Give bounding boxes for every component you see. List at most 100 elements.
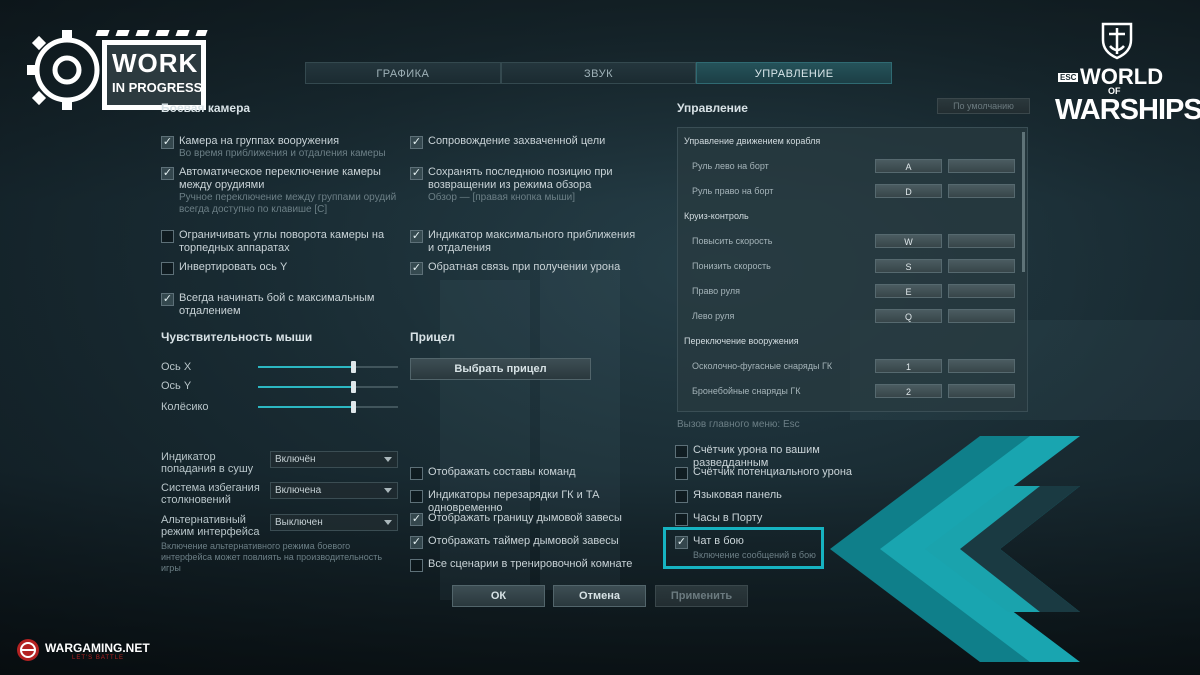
checkbox-row[interactable]: ✓ Отображать таймер дымовой завесы — [410, 535, 660, 549]
chevron-down-icon — [384, 520, 392, 525]
checkbox[interactable] — [410, 559, 423, 572]
checkbox[interactable] — [161, 230, 174, 243]
checkbox[interactable]: ✓ — [410, 536, 423, 549]
keybinding-secondary[interactable] — [948, 184, 1015, 198]
checkbox-label: Все сценарии в тренировочной комнате — [428, 558, 633, 570]
checkbox-label: Сопровождение захваченной цели — [428, 135, 606, 147]
checkbox-row[interactable]: ✓ Автоматическое переключение камеры меж… — [161, 166, 401, 216]
keybinding-primary[interactable]: S — [875, 259, 942, 273]
tab-sound[interactable]: ЗВУК — [500, 62, 697, 84]
dropdown-label: Система избегания столкновений — [161, 482, 260, 506]
keybinding-secondary[interactable] — [948, 359, 1015, 373]
checkbox[interactable] — [410, 490, 423, 503]
keybinding-group-title: Переключение вооружения — [684, 336, 799, 346]
checkbox[interactable]: ✓ — [410, 167, 423, 180]
checkbox-row[interactable]: ✓ Всегда начинать бой с максимальным отд… — [161, 292, 401, 318]
keybinding-secondary[interactable] — [948, 159, 1015, 173]
wows-warships-text: WARSHIPS — [1055, 94, 1200, 126]
dropdown-label: Индикатор попадания в сушу — [161, 451, 254, 475]
checkbox-label: Автоматическое переключение камеры между… — [179, 166, 381, 191]
slider-fill — [258, 406, 353, 408]
keybinding-primary[interactable]: Q — [875, 309, 942, 323]
chevron-down-icon — [384, 457, 392, 462]
checkbox-label: Всегда начинать бой с максимальным отдал… — [179, 292, 375, 317]
keybinding-label: Право руля — [692, 286, 740, 296]
checkbox-row[interactable]: Ограничивать углы поворота камеры на тор… — [161, 229, 401, 255]
keybinding-secondary[interactable] — [948, 384, 1015, 398]
checkbox-row[interactable]: ✓ Индикатор максимального приближения и … — [410, 229, 640, 255]
keybinding-primary[interactable]: E — [875, 284, 942, 298]
checkbox[interactable] — [675, 467, 688, 480]
slider-label: Колёсико — [161, 401, 209, 413]
checkbox-row[interactable]: ✓ Сохранять последнюю позицию при возвра… — [410, 166, 640, 204]
tab-controls[interactable]: УПРАВЛЕНИЕ — [696, 62, 893, 84]
checkbox[interactable] — [161, 262, 174, 275]
wows-esc-text: ESC — [1058, 73, 1079, 82]
keybinding-primary[interactable]: W — [875, 234, 942, 248]
checkbox-row[interactable]: ✓ Камера на группах вооружения Во время п… — [161, 135, 401, 160]
keybinding-primary[interactable]: D — [875, 184, 942, 198]
checkbox[interactable] — [675, 490, 688, 503]
keybinding-primary[interactable]: 2 — [875, 384, 942, 398]
checkbox-label: Счётчик потенциального урона — [693, 466, 853, 478]
checkbox-row[interactable]: Все сценарии в тренировочной комнате — [410, 558, 660, 572]
checkbox[interactable]: ✓ — [410, 513, 423, 526]
keybinding-label: Бронебойные снаряды ГК — [692, 386, 801, 396]
choose-sight-button[interactable]: Выбрать прицел — [410, 358, 591, 380]
checkbox[interactable] — [410, 467, 423, 480]
checkbox-row[interactable]: Отображать составы команд — [410, 466, 660, 480]
keybinding-label: Повысить скорость — [692, 236, 773, 246]
chevron-decoration-icon — [830, 436, 1080, 662]
keybinding-primary[interactable]: A — [875, 159, 942, 173]
slider-handle[interactable] — [351, 361, 356, 373]
tab-graphics[interactable]: ГРАФИКА — [305, 62, 501, 84]
checkbox-row[interactable]: ✓ Отображать границу дымовой завесы — [410, 512, 660, 526]
checkbox[interactable] — [675, 445, 688, 458]
keybinding-secondary[interactable] — [948, 284, 1015, 298]
collision-avoidance-select[interactable]: Включена — [270, 482, 398, 499]
checkbox-row[interactable]: ✓ Сопровождение захваченной цели — [410, 135, 640, 149]
defaults-button[interactable]: По умолчанию — [937, 98, 1030, 114]
keybinding-primary[interactable]: 1 — [875, 359, 942, 373]
keybinding-secondary[interactable] — [948, 234, 1015, 248]
checkbox-row[interactable]: ✓ Обратная связь при получении урона — [410, 261, 640, 275]
checkbox-hint: Во время приближения и отдаления камеры — [179, 148, 386, 159]
slider-handle[interactable] — [351, 381, 356, 393]
slider-fill — [258, 366, 353, 368]
keybinding-group-title: Управление движением корабля — [684, 136, 821, 146]
keybinding-secondary[interactable] — [948, 259, 1015, 273]
checkbox[interactable]: ✓ — [161, 136, 174, 149]
highlight-frame — [663, 527, 824, 569]
ok-button[interactable]: ОК — [452, 585, 545, 607]
checkbox-label: Ограничивать углы поворота камеры на тор… — [179, 229, 385, 254]
keybinding-group-title: Круиз-контроль — [684, 211, 749, 221]
slider-wheel[interactable] — [258, 401, 398, 413]
checkbox-label: Часы в Порту — [693, 512, 763, 524]
checkbox[interactable] — [675, 513, 688, 526]
checkbox[interactable]: ✓ — [410, 136, 423, 149]
checkbox[interactable]: ✓ — [161, 293, 174, 306]
background-shape — [440, 280, 530, 600]
settings-tabs: ГРАФИКА ЗВУК УПРАВЛЕНИЕ — [305, 62, 893, 84]
checkbox[interactable]: ✓ — [410, 230, 423, 243]
keybinding-secondary[interactable] — [948, 309, 1015, 323]
dropdown-label: Альтернативный режим интерфейса — [161, 514, 260, 538]
checkbox-hint: Ручное переключение между группами оруди… — [179, 192, 397, 215]
apply-button[interactable]: Применить — [655, 585, 748, 607]
alternative-interface-select[interactable]: Выключен — [270, 514, 398, 531]
world-of-warships-logo: ESC WORLD OF WARSHIPS — [1052, 20, 1200, 132]
slider-y-axis[interactable] — [258, 381, 398, 393]
wargaming-name: WARGAMING.NET — [45, 641, 150, 655]
land-hit-indicator-select[interactable]: Включён — [270, 451, 398, 468]
select-value: Включён — [275, 454, 316, 465]
slider-label: Ось X — [161, 361, 192, 373]
checkbox-row[interactable]: Инвертировать ось Y — [161, 261, 401, 275]
checkbox[interactable]: ✓ — [161, 167, 174, 180]
keybinding-scrollbar[interactable] — [1022, 132, 1025, 272]
cancel-button[interactable]: Отмена — [553, 585, 646, 607]
in-progress-text: IN PROGRESS — [112, 80, 203, 95]
select-value: Выключен — [275, 517, 323, 528]
slider-handle[interactable] — [351, 401, 356, 413]
slider-x-axis[interactable] — [258, 361, 398, 373]
checkbox[interactable]: ✓ — [410, 262, 423, 275]
